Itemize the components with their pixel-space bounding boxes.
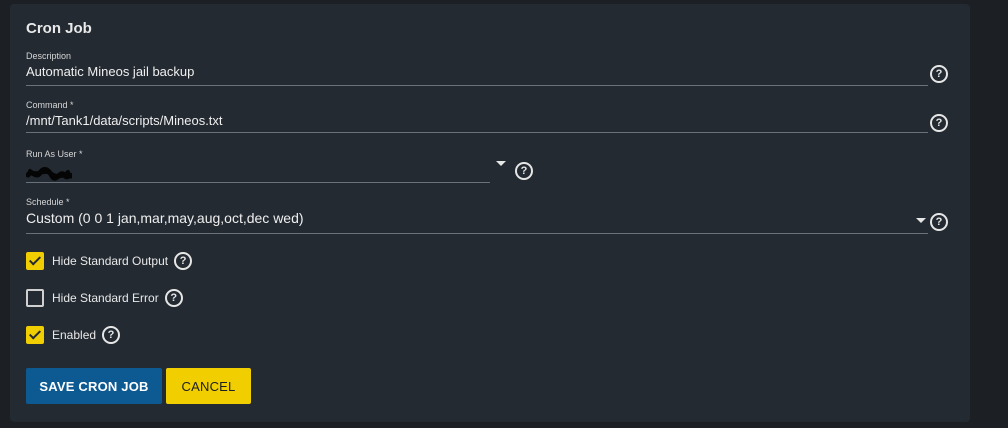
- redacted-scribble: [26, 167, 72, 181]
- schedule-select[interactable]: Custom (0 0 1 jan,mar,may,aug,oct,dec we…: [26, 210, 928, 226]
- hide-stderr-label[interactable]: Hide Standard Error: [52, 291, 159, 305]
- command-field[interactable]: Command * /mnt/Tank1/data/scripts/Mineos…: [26, 100, 928, 136]
- description-input[interactable]: Automatic Mineos jail backup: [26, 64, 928, 79]
- schedule-underline: [26, 233, 928, 234]
- command-underline: [26, 132, 928, 133]
- run-as-user-field[interactable]: Run As User *: [26, 149, 490, 185]
- schedule-caret-down-icon[interactable]: [916, 218, 926, 223]
- schedule-field[interactable]: Schedule * Custom (0 0 1 jan,mar,may,aug…: [26, 197, 928, 235]
- enabled-row[interactable]: Enabled ?: [26, 325, 121, 345]
- hide-stdout-help-icon[interactable]: ?: [174, 252, 193, 270]
- run-as-user-label: Run As User *: [26, 149, 83, 159]
- cancel-button[interactable]: CANCEL: [166, 368, 251, 404]
- enabled-label[interactable]: Enabled: [52, 328, 96, 342]
- run-as-user-underline: [26, 182, 490, 183]
- run-as-user-caret-down-icon[interactable]: [496, 161, 506, 166]
- hide-stderr-help-icon[interactable]: ?: [164, 289, 183, 307]
- hide-stdout-label[interactable]: Hide Standard Output: [52, 254, 168, 268]
- command-help-icon[interactable]: ?: [930, 114, 948, 132]
- hide-stdout-row[interactable]: Hide Standard Output ?: [26, 251, 193, 271]
- run-as-user-help-icon[interactable]: ?: [515, 162, 533, 180]
- cron-job-card: Cron Job Description Automatic Mineos ja…: [10, 4, 970, 422]
- hide-stderr-row[interactable]: Hide Standard Error ?: [26, 288, 183, 308]
- description-label: Description: [26, 51, 72, 61]
- command-input[interactable]: /mnt/Tank1/data/scripts/Mineos.txt: [26, 113, 928, 128]
- schedule-help-icon[interactable]: ?: [930, 213, 948, 231]
- enabled-checkbox[interactable]: [26, 326, 44, 344]
- save-cron-job-button[interactable]: SAVE CRON JOB: [26, 368, 162, 404]
- enabled-help-icon[interactable]: ?: [102, 326, 121, 344]
- schedule-label: Schedule *: [26, 197, 70, 207]
- description-help-icon[interactable]: ?: [930, 65, 948, 83]
- command-label: Command *: [26, 100, 74, 110]
- card-title: Cron Job: [26, 20, 92, 37]
- hide-stderr-checkbox[interactable]: [26, 289, 44, 307]
- description-underline: [26, 85, 928, 86]
- description-field[interactable]: Description Automatic Mineos jail backup: [26, 51, 928, 87]
- hide-stdout-checkbox[interactable]: [26, 252, 44, 270]
